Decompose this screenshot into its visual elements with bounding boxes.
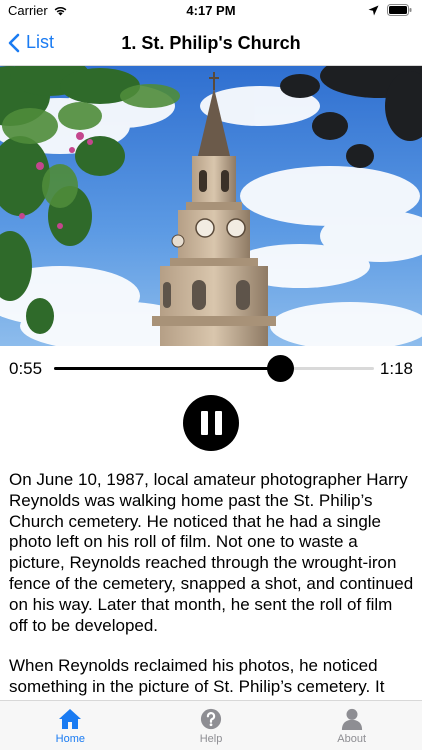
story-text: On June 10, 1987, local amateur photogra…: [9, 470, 414, 700]
playback-slider[interactable]: [54, 355, 374, 382]
slider-thumb[interactable]: [266, 355, 294, 382]
tab-help[interactable]: Help: [141, 701, 282, 750]
status-bar: Carrier 4:17 PM: [0, 0, 422, 22]
tab-about-label: About: [337, 733, 367, 745]
tab-home-label: Home: [55, 733, 85, 745]
pause-icon-bar-left: [200, 411, 208, 435]
slider-progress: [54, 367, 280, 370]
help-icon: [200, 708, 222, 730]
tab-help-label: Help: [199, 733, 223, 745]
location-arrow-icon: [368, 5, 379, 15]
navigation-bar: List 1. St. Philip's Church: [0, 22, 422, 66]
tab-about[interactable]: About: [281, 701, 422, 750]
current-time: 0:55: [9, 359, 43, 378]
total-time: 1:18: [379, 359, 413, 378]
status-time: 4:17 PM: [186, 3, 236, 18]
story-paragraph: When Reynolds reclaimed his photos, he n…: [9, 656, 385, 697]
tab-home[interactable]: Home: [0, 701, 141, 750]
status-right: [368, 4, 412, 16]
home-icon: [59, 709, 82, 729]
battery-icon: [387, 4, 412, 16]
pause-button[interactable]: [183, 395, 239, 451]
person-icon: [341, 708, 362, 730]
pause-icon-bar-right: [214, 411, 222, 435]
church-photo: [0, 66, 422, 346]
tab-bar: Home Help About: [0, 700, 422, 750]
page-title: 1. St. Philip's Church: [121, 33, 301, 53]
story-paragraph: On June 10, 1987, local amateur photogra…: [9, 470, 414, 635]
